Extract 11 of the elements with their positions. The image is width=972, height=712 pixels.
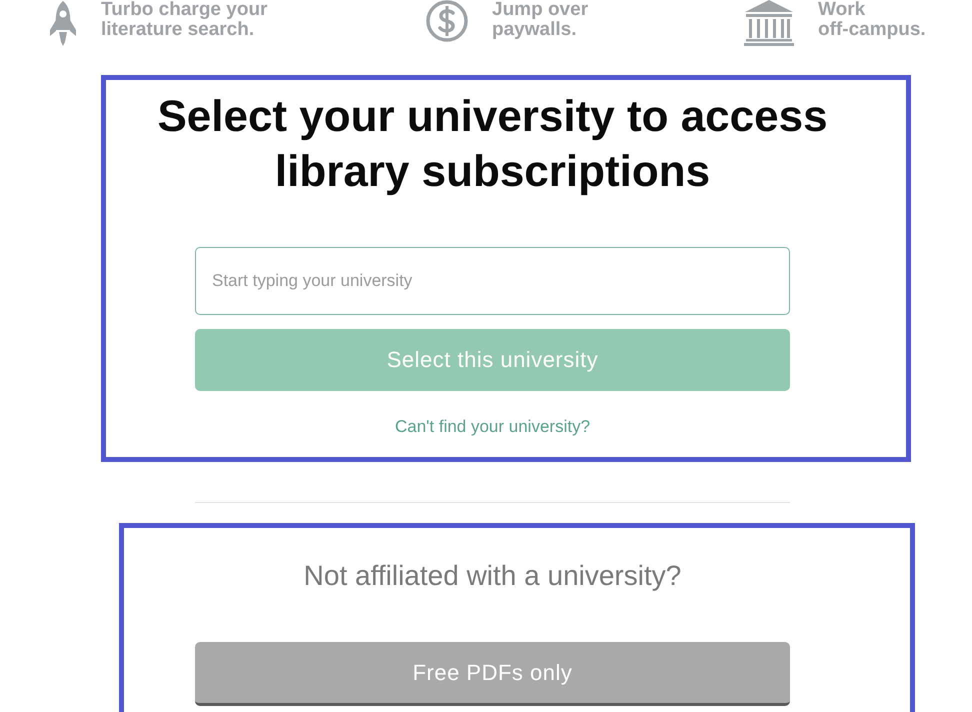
- free-pdfs-button[interactable]: Free PDFs only: [195, 642, 790, 706]
- feature-text: Turbo charge your literature search.: [101, 0, 268, 40]
- feature-text: Work off-campus.: [818, 0, 926, 40]
- university-search-field[interactable]: Start typing your university: [195, 247, 790, 315]
- feature-text: Jump over paywalls.: [492, 0, 588, 40]
- bank-building-icon: [743, 0, 795, 46]
- rocket-icon: [48, 0, 78, 46]
- dollar-coin-icon: [425, 0, 469, 42]
- not-affiliated-heading: Not affiliated with a university?: [302, 559, 682, 593]
- panel-heading: Select your university to access library subscriptions: [156, 91, 829, 198]
- cant-find-university-link[interactable]: Can't find your university?: [394, 417, 590, 437]
